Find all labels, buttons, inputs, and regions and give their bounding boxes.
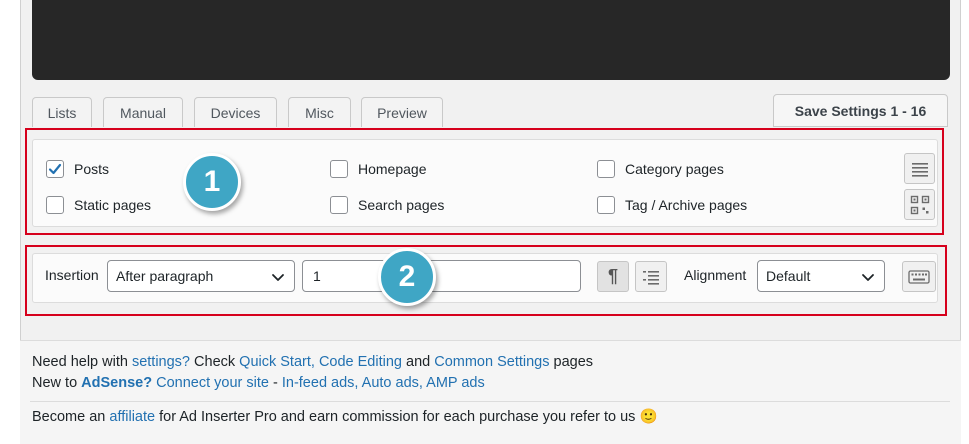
insertion-selected-value: After paragraph	[116, 268, 214, 284]
code-editor[interactable]	[32, 0, 950, 80]
checkbox-icon[interactable]	[46, 160, 64, 178]
list-lines-icon	[911, 162, 928, 177]
checkbox-label: Homepage	[358, 161, 427, 177]
qr-code-button[interactable]	[904, 189, 935, 220]
affiliate-link[interactable]: affiliate	[109, 409, 155, 425]
tab-devices[interactable]: Devices	[194, 97, 277, 127]
tab-preview[interactable]: Preview	[361, 97, 443, 127]
checkbox-static-pages[interactable]: Static pages	[46, 196, 151, 214]
checkbox-label: Category pages	[625, 161, 724, 177]
alignment-selected-value: Default	[766, 268, 811, 284]
keyboard-button[interactable]	[902, 261, 936, 292]
insertion-select[interactable]: After paragraph	[107, 260, 295, 292]
help-text-span: -	[268, 375, 282, 391]
ad-formats-link[interactable]: In-feed ads, Auto ads, AMP ads	[282, 375, 485, 391]
highlight-frame-1	[25, 128, 944, 235]
callout-badge-2: 2	[378, 248, 436, 306]
connect-site-link[interactable]: Connect your site	[156, 375, 269, 391]
insertion-label: Insertion	[45, 267, 99, 283]
checkbox-icon[interactable]	[330, 196, 348, 214]
callout-badge-1: 1	[183, 153, 241, 211]
checkbox-posts[interactable]: Posts	[46, 160, 109, 178]
help-text-span: Become an	[32, 409, 110, 425]
help-text-span: pages	[549, 354, 594, 370]
help-text: Need help with settings? Check Quick Sta…	[32, 352, 942, 428]
help-text-span: Check	[190, 354, 240, 370]
checkbox-homepage[interactable]: Homepage	[330, 160, 427, 178]
checkbox-label: Static pages	[74, 197, 152, 213]
chevron-down-icon	[272, 274, 284, 281]
paragraph-button[interactable]: ¶	[597, 261, 629, 292]
help-line-1: Need help with settings? Check Quick Sta…	[32, 352, 942, 373]
list-options-button[interactable]	[635, 261, 667, 292]
checkbox-icon[interactable]	[597, 160, 615, 178]
indent-list-icon	[643, 270, 659, 285]
keyboard-icon	[908, 269, 930, 284]
checkbox-search-pages[interactable]: Search pages	[330, 196, 444, 214]
help-text-span: for Ad Inserter Pro and earn commission …	[155, 409, 640, 425]
save-settings-button[interactable]: Save Settings 1 - 16	[773, 94, 948, 127]
checkbox-label: Search pages	[358, 197, 445, 213]
checkbox-category-pages[interactable]: Category pages	[597, 160, 724, 178]
tab-manual[interactable]: Manual	[103, 97, 183, 127]
help-text-span: New to	[32, 375, 82, 391]
smile-emoji-icon: 🙂	[639, 409, 658, 425]
common-settings-link[interactable]: Common Settings	[434, 354, 549, 370]
chevron-down-icon	[862, 274, 874, 281]
help-text-span: and	[401, 354, 435, 370]
quick-start-link[interactable]: Quick Start, Code Editing	[239, 354, 402, 370]
alignment-label: Alignment	[684, 267, 747, 283]
paragraph-number-input[interactable]: 1	[302, 260, 581, 292]
help-line-2: New to AdSense? Connect your site - In-f…	[32, 373, 942, 394]
settings-link[interactable]: settings?	[132, 354, 190, 370]
checkbox-icon[interactable]	[46, 196, 64, 214]
help-divider	[30, 401, 950, 402]
checkbox-label: Posts	[74, 161, 110, 177]
adsense-link[interactable]: AdSense?	[81, 375, 152, 391]
help-line-3: Become an affiliate for Ad Inserter Pro …	[32, 407, 942, 428]
list-view-button[interactable]	[904, 153, 935, 184]
alignment-select[interactable]: Default	[757, 260, 885, 292]
qr-code-icon	[910, 195, 929, 214]
checkbox-icon[interactable]	[597, 196, 615, 214]
help-text-span: Need help with	[32, 354, 132, 370]
checkbox-label: Tag / Archive pages	[625, 197, 748, 213]
checkbox-icon[interactable]	[330, 160, 348, 178]
checkbox-tag-archive-pages[interactable]: Tag / Archive pages	[597, 196, 747, 214]
paragraph-number-value: 1	[313, 268, 321, 284]
tab-lists[interactable]: Lists	[32, 97, 92, 127]
pilcrow-icon: ¶	[607, 266, 618, 286]
tab-misc[interactable]: Misc	[288, 97, 351, 127]
